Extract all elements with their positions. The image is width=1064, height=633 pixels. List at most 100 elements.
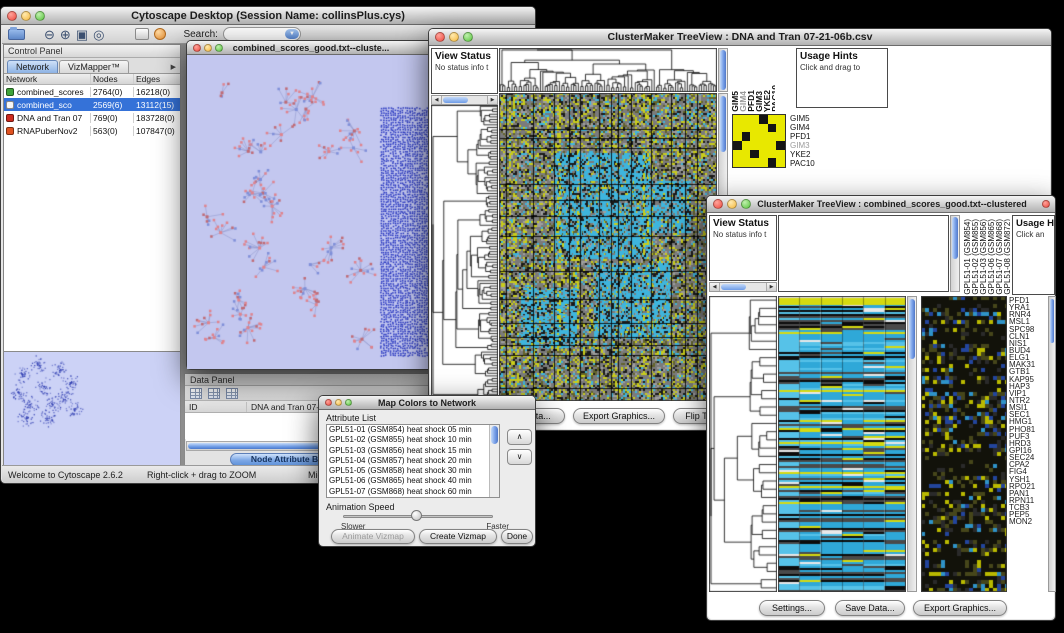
network-row[interactable]: combined_sco2569(6)13112(15) xyxy=(4,98,180,111)
network-row[interactable]: DNA and Tran 07769(0)183728(0) xyxy=(4,111,180,124)
treeview-combined-titlebar[interactable]: ClusterMaker TreeView : combined_scores_… xyxy=(707,196,1055,213)
search-dropdown-icon[interactable]: ▼ xyxy=(285,29,299,39)
create-vizmap-button[interactable]: Create Vizmap xyxy=(419,529,497,544)
network-canvas[interactable] xyxy=(187,55,435,369)
heatmap-vscrollbar[interactable] xyxy=(907,296,917,592)
global-heatmap-canvas[interactable] xyxy=(921,296,1007,592)
heatmap-canvas[interactable] xyxy=(499,93,717,401)
window-controls xyxy=(7,11,45,21)
attribute-item[interactable]: GPL51-01 (GSM854) heat shock 05 min xyxy=(327,425,499,435)
scroll-left-icon[interactable]: ◀ xyxy=(710,283,720,291)
scroll-right-icon[interactable]: ▶ xyxy=(766,283,776,291)
minimize-icon[interactable] xyxy=(335,399,342,406)
treeview-combined-window: ClusterMaker TreeView : combined_scores_… xyxy=(706,195,1056,621)
select-attributes-icon[interactable] xyxy=(208,388,220,399)
move-up-button[interactable]: ∧ xyxy=(507,429,532,445)
vscroll-thumb[interactable] xyxy=(720,50,726,90)
maximize-icon[interactable] xyxy=(215,44,223,52)
maximize-icon[interactable] xyxy=(741,199,751,209)
list-vscrollbar[interactable] xyxy=(489,425,499,497)
matrix-cell xyxy=(742,141,751,150)
hscroll-thumb[interactable] xyxy=(721,284,746,290)
close-icon[interactable] xyxy=(435,32,445,42)
minimize-icon[interactable] xyxy=(449,32,459,42)
export-graphics-button[interactable]: Export Graphics... xyxy=(573,408,665,424)
vscroll-thumb[interactable] xyxy=(491,426,498,444)
vscroll-thumb[interactable] xyxy=(720,96,726,152)
slider-thumb[interactable] xyxy=(411,510,422,521)
row-dendrogram-canvas[interactable] xyxy=(709,296,777,592)
search-input[interactable]: ▼ xyxy=(223,27,301,41)
attribute-item[interactable]: GPL51-05 (GSM858) heat shock 30 min xyxy=(327,466,499,476)
save-data-button[interactable]: Save Data... xyxy=(835,600,905,616)
move-down-button[interactable]: ∨ xyxy=(507,449,532,465)
annotation-icon[interactable] xyxy=(154,28,166,40)
scroll-left-icon[interactable]: ◀ xyxy=(432,96,442,104)
dendrogram-vscrollbar[interactable] xyxy=(950,215,960,292)
matrix-cell xyxy=(759,115,768,124)
animate-vizmap-button[interactable]: Animate Vizmap xyxy=(331,529,415,544)
matrix-cell xyxy=(759,132,768,141)
done-button[interactable]: Done xyxy=(501,529,533,544)
attribute-item[interactable]: GPL51-06 (GSM865) heat shock 40 min xyxy=(327,476,499,486)
tab-vizmapper[interactable]: VizMapper™ xyxy=(59,60,129,73)
column-dendrogram-panel[interactable] xyxy=(778,215,949,292)
scroll-right-icon[interactable]: ▶ xyxy=(487,96,497,104)
attribute-item[interactable]: GPL51-07 (GSM868) heat shock 60 min xyxy=(327,487,499,497)
attribute-item[interactable]: GPL51-04 (GSM857) heat shock 20 min xyxy=(327,456,499,466)
dialog-titlebar[interactable]: Map Colors to Network xyxy=(319,396,535,410)
zoom-out-icon[interactable]: ⊖ xyxy=(44,28,55,41)
main-titlebar[interactable]: Cytoscape Desktop (Session Name: collins… xyxy=(1,7,535,25)
snapshot-icon[interactable] xyxy=(135,28,149,40)
maximize-icon[interactable] xyxy=(463,32,473,42)
selected-cluster-matrix[interactable] xyxy=(732,114,786,168)
minimize-icon[interactable] xyxy=(727,199,737,209)
column-id[interactable]: ID xyxy=(185,402,247,412)
vscroll-thumb[interactable] xyxy=(952,217,958,259)
zoom-selected-icon[interactable]: ◎ xyxy=(93,28,104,41)
column-network[interactable]: Network xyxy=(4,74,90,84)
network-view-window: combined_scores_good.txt--cluste... xyxy=(186,40,436,370)
close-icon[interactable] xyxy=(7,11,17,21)
gene-list-vscrollbar[interactable] xyxy=(1048,296,1056,592)
tab-network[interactable]: Network xyxy=(7,60,58,73)
status-hscrollbar[interactable]: ◀ ▶ xyxy=(709,282,777,292)
attribute-table-icon[interactable] xyxy=(190,388,202,399)
open-session-icon[interactable] xyxy=(8,29,25,40)
settings-button[interactable]: Settings... xyxy=(759,600,825,616)
attribute-item[interactable]: GPL51-02 (GSM855) heat shock 10 min xyxy=(327,435,499,445)
network-view-titlebar[interactable]: combined_scores_good.txt--cluste... xyxy=(187,41,435,55)
close-icon[interactable] xyxy=(193,44,201,52)
matrix-cell xyxy=(733,158,742,167)
hscroll-thumb[interactable] xyxy=(443,97,468,103)
column-dendrogram-canvas[interactable] xyxy=(499,48,717,92)
network-row[interactable]: RNAPuberNov2563(0)107847(0) xyxy=(4,124,180,137)
close-icon[interactable] xyxy=(713,199,723,209)
column-edges[interactable]: Edges xyxy=(133,74,180,84)
network-overview-canvas[interactable] xyxy=(4,351,180,468)
minimize-icon[interactable] xyxy=(204,44,212,52)
close-icon[interactable] xyxy=(325,399,332,406)
status-hscrollbar[interactable]: ◀ ▶ xyxy=(431,95,498,105)
zoom-fit-icon[interactable]: ▣ xyxy=(76,28,88,41)
row-dendrogram-canvas[interactable] xyxy=(431,105,498,401)
column-nodes[interactable]: Nodes xyxy=(90,74,133,84)
export-graphics-button[interactable]: Export Graphics... xyxy=(913,600,1007,616)
close-icon-right[interactable] xyxy=(1042,200,1050,208)
matrix-cell xyxy=(742,132,751,141)
network-row[interactable]: combined_scores2764(0)16218(0) xyxy=(4,85,180,98)
attribute-editor-icon[interactable] xyxy=(226,388,238,399)
treeview-dna-titlebar[interactable]: ClusterMaker TreeView : DNA and Tran 07-… xyxy=(429,29,1051,46)
tab-overflow-icon[interactable]: ▶ xyxy=(171,63,180,73)
heatmap-canvas[interactable] xyxy=(778,296,906,592)
attribute-item[interactable]: GPL51-03 (GSM856) heat shock 15 min xyxy=(327,446,499,456)
attribute-list[interactable]: GPL51-01 (GSM854) heat shock 05 minGPL51… xyxy=(326,424,500,498)
usage-hints-text: Click an xyxy=(1013,229,1054,239)
vscroll-thumb[interactable] xyxy=(1050,299,1054,343)
vscroll-thumb[interactable] xyxy=(909,299,915,359)
minimize-icon[interactable] xyxy=(21,11,31,21)
dendrogram-vscrollbar[interactable] xyxy=(718,48,728,92)
maximize-icon[interactable] xyxy=(35,11,45,21)
zoom-in-icon[interactable]: ⊕ xyxy=(60,28,71,41)
maximize-icon[interactable] xyxy=(345,399,352,406)
